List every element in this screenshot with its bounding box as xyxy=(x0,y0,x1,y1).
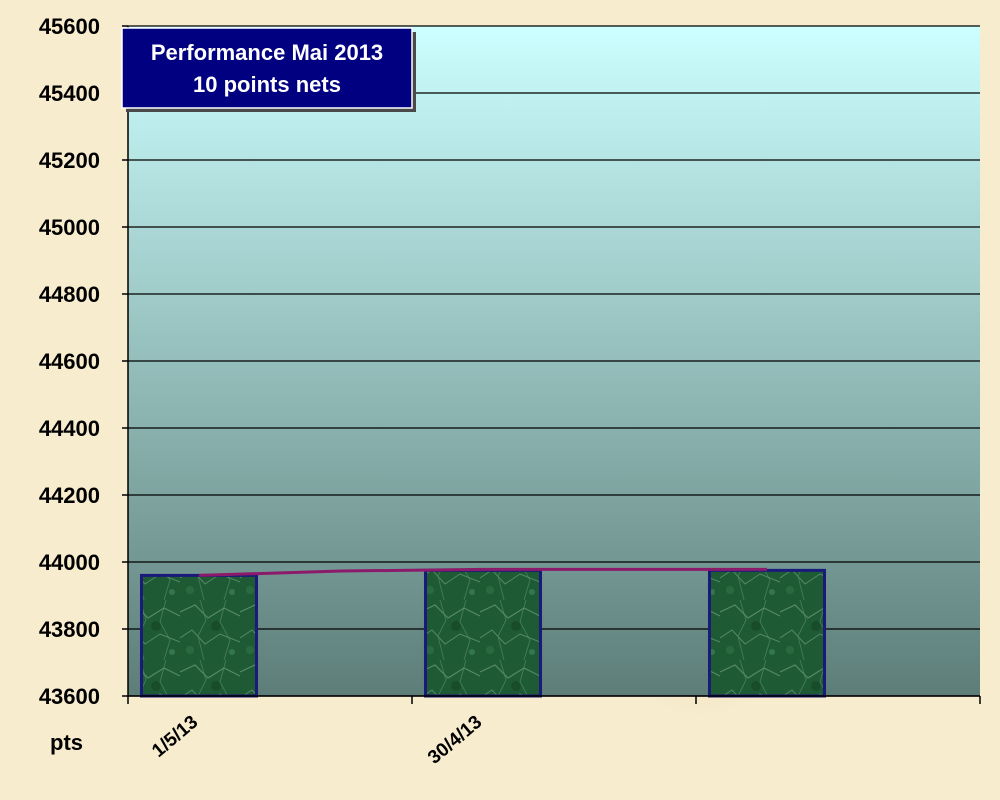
y-tick-label: 44400 xyxy=(39,416,100,441)
y-tick-label: 44600 xyxy=(39,349,100,374)
bar xyxy=(139,573,259,698)
y-tick-label: 44800 xyxy=(39,282,100,307)
y-tick-label: 44000 xyxy=(39,550,100,575)
bars xyxy=(139,568,827,698)
y-tick-labels: 43600 43800 44000 44200 44400 44600 44800 45000… xyxy=(39,14,100,709)
y-tick-label: 43600 xyxy=(39,684,100,709)
chart-title: Performance Mai 2013 xyxy=(151,40,383,65)
y-tick-label: 45600 xyxy=(39,14,100,39)
performance-chart: 43600 43800 44000 44200 44400 44600 44800 45000… xyxy=(39,14,981,769)
y-tick-label: 43800 xyxy=(39,617,100,642)
unit-label: pts xyxy=(50,730,83,755)
y-tick-label: 45000 xyxy=(39,215,100,240)
bar xyxy=(423,568,543,698)
x-tick-labels: 1/5/13 30/4/13 xyxy=(148,712,486,769)
bar xyxy=(707,568,827,698)
y-tick-label: 44200 xyxy=(39,483,100,508)
title-box: Performance Mai 2013 10 points nets xyxy=(121,27,416,112)
x-tick-label: 30/4/13 xyxy=(424,712,486,769)
x-tick-label: 1/5/13 xyxy=(148,712,202,762)
y-tick-label: 45200 xyxy=(39,148,100,173)
y-tick-label: 45400 xyxy=(39,81,100,106)
chart-subtitle: 10 points nets xyxy=(193,72,341,97)
